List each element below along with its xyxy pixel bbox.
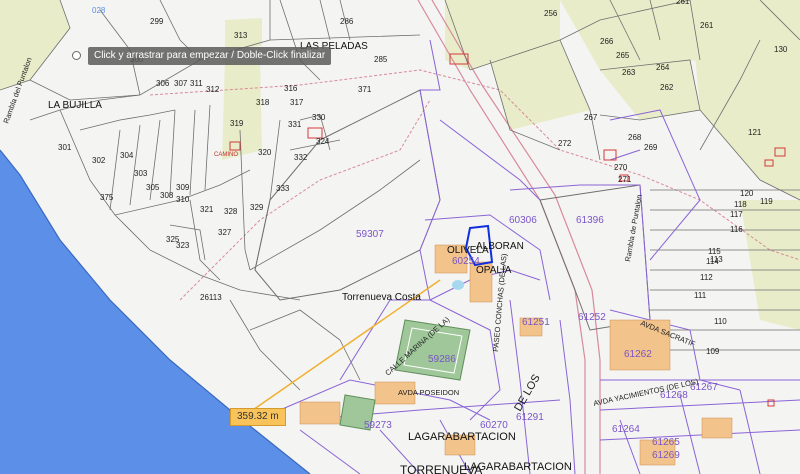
svg-text:117: 117 (730, 210, 743, 219)
svg-text:CAMINO: CAMINO (214, 152, 238, 158)
svg-text:309: 309 (176, 183, 190, 192)
svg-text:332: 332 (294, 153, 308, 162)
svg-text:61262: 61262 (624, 349, 652, 360)
svg-text:324: 324 (316, 137, 330, 146)
svg-text:301: 301 (58, 143, 72, 152)
measure-tooltip: Click y arrastrar para empezar / Doble-C… (88, 47, 332, 65)
svg-text:261: 261 (676, 0, 690, 6)
svg-text:320: 320 (258, 148, 272, 157)
svg-text:313: 313 (234, 31, 248, 40)
svg-text:ALBORAN: ALBORAN (476, 241, 524, 252)
svg-text:331: 331 (288, 120, 302, 129)
svg-text:118: 118 (734, 200, 747, 209)
svg-text:130: 130 (774, 45, 788, 54)
svg-text:61264: 61264 (612, 424, 640, 435)
distance-label: 359.32 m (230, 408, 286, 426)
svg-text:61251: 61251 (522, 317, 550, 328)
map-canvas[interactable]: 028 299 286 313 285 300 306 307 311 312 … (0, 0, 800, 474)
svg-text:316: 316 (284, 84, 298, 93)
svg-text:286: 286 (340, 17, 354, 26)
svg-text:119: 119 (760, 197, 773, 206)
svg-text:268: 268 (628, 133, 642, 142)
svg-text:318: 318 (256, 98, 270, 107)
svg-text:256: 256 (544, 9, 558, 18)
svg-text:59307: 59307 (356, 229, 384, 240)
svg-text:61265: 61265 (652, 437, 680, 448)
svg-text:269: 269 (644, 143, 658, 152)
svg-text:321: 321 (200, 205, 214, 214)
svg-text:323: 323 (176, 241, 190, 250)
svg-text:LAGARABARTACION: LAGARABARTACION (464, 461, 572, 473)
svg-text:303: 303 (134, 169, 148, 178)
svg-text:319: 319 (230, 119, 244, 128)
svg-text:59286: 59286 (428, 354, 456, 365)
svg-text:333: 333 (276, 184, 290, 193)
svg-text:330: 330 (312, 113, 326, 122)
svg-text:261: 261 (700, 21, 714, 30)
svg-text:111: 111 (694, 291, 707, 300)
svg-text:272: 272 (558, 139, 572, 148)
svg-text:121: 121 (748, 128, 762, 137)
svg-text:308: 308 (160, 191, 174, 200)
svg-text:302: 302 (92, 156, 106, 165)
cadastral-map[interactable]: 028 299 286 313 285 300 306 307 311 312 … (0, 0, 800, 474)
svg-text:317: 317 (290, 98, 304, 107)
svg-text:371: 371 (358, 85, 372, 94)
svg-text:120: 120 (740, 189, 754, 198)
svg-text:110: 110 (714, 317, 727, 326)
svg-text:375: 375 (100, 193, 114, 202)
svg-text:266: 266 (600, 37, 614, 46)
svg-text:113: 113 (710, 255, 723, 264)
svg-text:263: 263 (622, 68, 636, 77)
svg-text:26113: 26113 (200, 293, 222, 302)
svg-text:60306: 60306 (509, 215, 537, 226)
svg-text:265: 265 (616, 51, 630, 60)
svg-text:109: 109 (706, 347, 720, 356)
svg-text:264: 264 (656, 63, 670, 72)
svg-text:304: 304 (120, 151, 134, 160)
svg-text:285: 285 (374, 55, 388, 64)
svg-text:59273: 59273 (364, 420, 392, 431)
svg-text:311: 311 (190, 79, 203, 88)
svg-text:61291: 61291 (516, 412, 544, 423)
svg-text:028: 028 (92, 6, 106, 15)
svg-text:116: 116 (730, 225, 743, 234)
svg-text:267: 267 (584, 113, 598, 122)
svg-text:306: 306 (156, 79, 170, 88)
svg-text:307: 307 (174, 79, 188, 88)
svg-text:AVDA POSEIDON: AVDA POSEIDON (398, 388, 459, 397)
svg-text:329: 329 (250, 203, 264, 212)
svg-text:61396: 61396 (576, 215, 604, 226)
svg-text:305: 305 (146, 183, 160, 192)
svg-text:60270: 60270 (480, 420, 508, 431)
svg-text:61269: 61269 (652, 450, 680, 461)
svg-text:61252: 61252 (578, 312, 606, 323)
svg-text:112: 112 (700, 273, 713, 282)
svg-text:310: 310 (176, 195, 190, 204)
cursor-marker (72, 51, 81, 60)
svg-text:328: 328 (224, 207, 238, 216)
pool (452, 280, 464, 290)
svg-text:LA BUJILLA: LA BUJILLA (48, 100, 102, 111)
svg-text:270: 270 (614, 163, 628, 172)
svg-text:LAGARABARTACION: LAGARABARTACION (408, 431, 516, 443)
svg-text:312: 312 (206, 85, 220, 94)
svg-text:271: 271 (618, 175, 632, 184)
svg-text:Torrenueva Costa: Torrenueva Costa (342, 292, 421, 303)
svg-text:262: 262 (660, 83, 674, 92)
svg-text:327: 327 (218, 228, 232, 237)
svg-text:299: 299 (150, 17, 164, 26)
